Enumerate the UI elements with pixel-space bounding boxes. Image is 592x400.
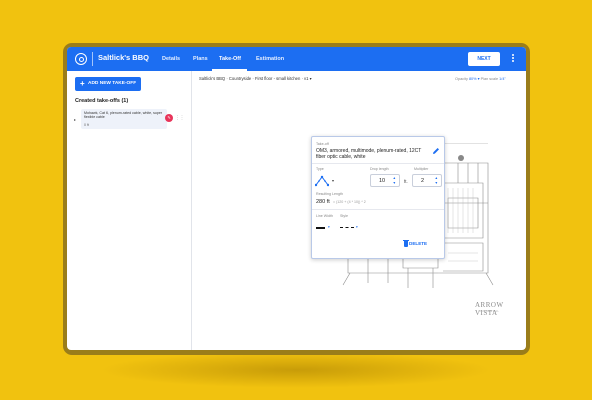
chevron-down-icon[interactable]: ▾ [332, 178, 334, 183]
tab-take-off[interactable]: Take-Off [219, 56, 241, 62]
popover-divider [312, 209, 444, 210]
project-title: Saltlick's BBQ [98, 53, 149, 62]
plan-canvas[interactable]: Saltlick's BBQ · Countryside · First flo… [193, 71, 526, 350]
opacity-value[interactable]: 80% [469, 77, 477, 81]
delete-button[interactable]: DELETE [409, 241, 427, 246]
takeoff-sidebar: + ADD NEW TAKE-OFF Created take-offs (1)… [67, 71, 192, 350]
next-button[interactable]: NEXT [468, 52, 500, 66]
multiplier-stepper[interactable]: 2 ▲ ▼ [412, 174, 442, 187]
line-width-select[interactable] [316, 227, 325, 229]
takeoff-title: OM3, armored, multimode, plenum-rated, 1… [316, 148, 422, 160]
stepper-arrows-icon[interactable]: ▲ ▼ [393, 176, 396, 185]
style-label: Style [340, 214, 348, 218]
plan-brand-tagline: RESIDENTIAL [479, 310, 500, 313]
app-screen: Saltlick's BBQ Details Plans Take-Off Es… [67, 47, 526, 350]
drop-length-unit: ft. [404, 179, 408, 184]
line-width-label: Line Width [316, 214, 333, 218]
device-shadow [100, 352, 492, 388]
line-style-select[interactable] [340, 227, 354, 228]
stepper-arrows-icon[interactable]: ▲ ▼ [435, 176, 438, 185]
topbar-divider [92, 52, 93, 66]
resulting-length-formula: = (120 + (4 * 10)) * 2 [333, 200, 366, 204]
multiplier-value: 2 [421, 178, 425, 184]
multiplier-label: Multiplier [414, 167, 429, 171]
opacity-label: Opacity [455, 77, 468, 81]
takeoff-item-description: Mohawk, Cat 6, plenum-rated cable, white… [84, 111, 163, 120]
chevron-right-icon[interactable]: ▸ [74, 117, 76, 122]
type-label: Type [316, 167, 324, 171]
popover-divider [312, 163, 444, 164]
plan-breadcrumb[interactable]: Saltlick's BBQ · Countryside · First flo… [199, 76, 312, 81]
drop-length-stepper[interactable]: 10 ▲ ▼ [370, 174, 400, 187]
takeoff-item-quantity: 0 ft [84, 123, 89, 127]
chevron-down-icon[interactable]: ▾ [356, 225, 358, 229]
plan-scale-label: Plan scale [480, 77, 499, 81]
drop-length-value: 10 [379, 178, 386, 184]
plan-scale-value[interactable]: 1/4" [499, 77, 506, 81]
top-navigation-bar: Saltlick's BBQ Details Plans Take-Off Es… [67, 47, 526, 71]
pencil-icon[interactable] [432, 147, 440, 155]
cable-type-icon[interactable] [315, 175, 329, 187]
add-new-takeoff-button[interactable]: + ADD NEW TAKE-OFF [75, 77, 141, 91]
view-controls: Opacity 80% ▾ Plan scale 1/4" [455, 76, 506, 81]
resulting-length-label: Resulting Length [316, 192, 343, 196]
takeoff-editor-popover: Take-off OM3, armored, multimode, plenum… [311, 136, 445, 259]
add-new-takeoff-label: ADD NEW TAKE-OFF [88, 81, 137, 86]
chevron-down-icon[interactable]: ▾ [328, 225, 330, 229]
drag-handle-icon[interactable]: ⋮⋮ [175, 115, 185, 121]
tab-plans[interactable]: Plans [193, 56, 208, 62]
drop-length-label: Drop length [370, 167, 389, 171]
app-logo-icon[interactable] [75, 53, 87, 65]
plus-icon: + [80, 79, 85, 88]
trash-icon[interactable] [403, 239, 409, 247]
takeoff-label: Take-off [316, 142, 329, 146]
tab-details[interactable]: Details [162, 56, 180, 62]
location-pin-icon[interactable]: ✎ [165, 114, 173, 122]
created-takeoffs-heading: Created take-offs (1) [75, 98, 129, 104]
plan-brand-name: ARROW VISTA [475, 301, 504, 317]
chevron-down-icon[interactable]: ▾ [310, 76, 312, 81]
more-options-icon[interactable] [511, 53, 515, 65]
resulting-length-value: 280 ft [316, 199, 330, 205]
breadcrumb-text: Saltlick's BBQ · Countryside · First flo… [199, 76, 309, 81]
tab-estimation[interactable]: Estimation [256, 56, 284, 62]
